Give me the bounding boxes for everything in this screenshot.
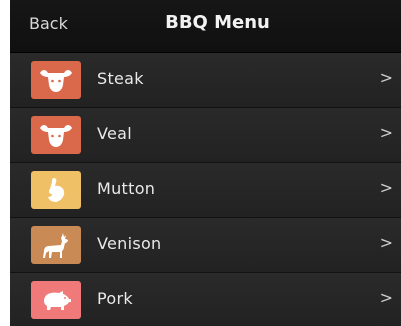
lamb-leg-icon — [31, 171, 81, 209]
left-edge — [0, 0, 10, 326]
menu-item-pork[interactable]: Pork > — [10, 273, 401, 326]
bbq-menu-screen: Back BBQ Menu Steak > Veal > Mutton > Ve… — [0, 0, 401, 326]
bull-head-icon — [31, 116, 81, 154]
menu-item-mutton[interactable]: Mutton > — [10, 163, 401, 218]
menu-item-label: Veal — [97, 124, 132, 143]
bull-head-icon — [31, 61, 81, 99]
chevron-right-icon: > — [379, 178, 393, 197]
chevron-right-icon: > — [379, 233, 393, 252]
menu-item-label: Venison — [97, 234, 162, 253]
menu-item-veal[interactable]: Veal > — [10, 108, 401, 163]
menu-list: Steak > Veal > Mutton > Venison > Pork > — [10, 53, 401, 326]
page-title: BBQ Menu — [165, 12, 270, 33]
pig-icon — [31, 281, 81, 319]
menu-item-label: Mutton — [97, 179, 156, 198]
deer-icon — [31, 226, 81, 264]
chevron-right-icon: > — [379, 123, 393, 142]
menu-item-label: Steak — [97, 69, 144, 88]
chevron-right-icon: > — [379, 68, 393, 87]
menu-item-venison[interactable]: Venison > — [10, 218, 401, 273]
chevron-right-icon: > — [379, 288, 393, 307]
menu-item-label: Pork — [97, 289, 133, 308]
menu-item-steak[interactable]: Steak > — [10, 53, 401, 108]
navigation-bar: Back BBQ Menu — [10, 0, 401, 53]
